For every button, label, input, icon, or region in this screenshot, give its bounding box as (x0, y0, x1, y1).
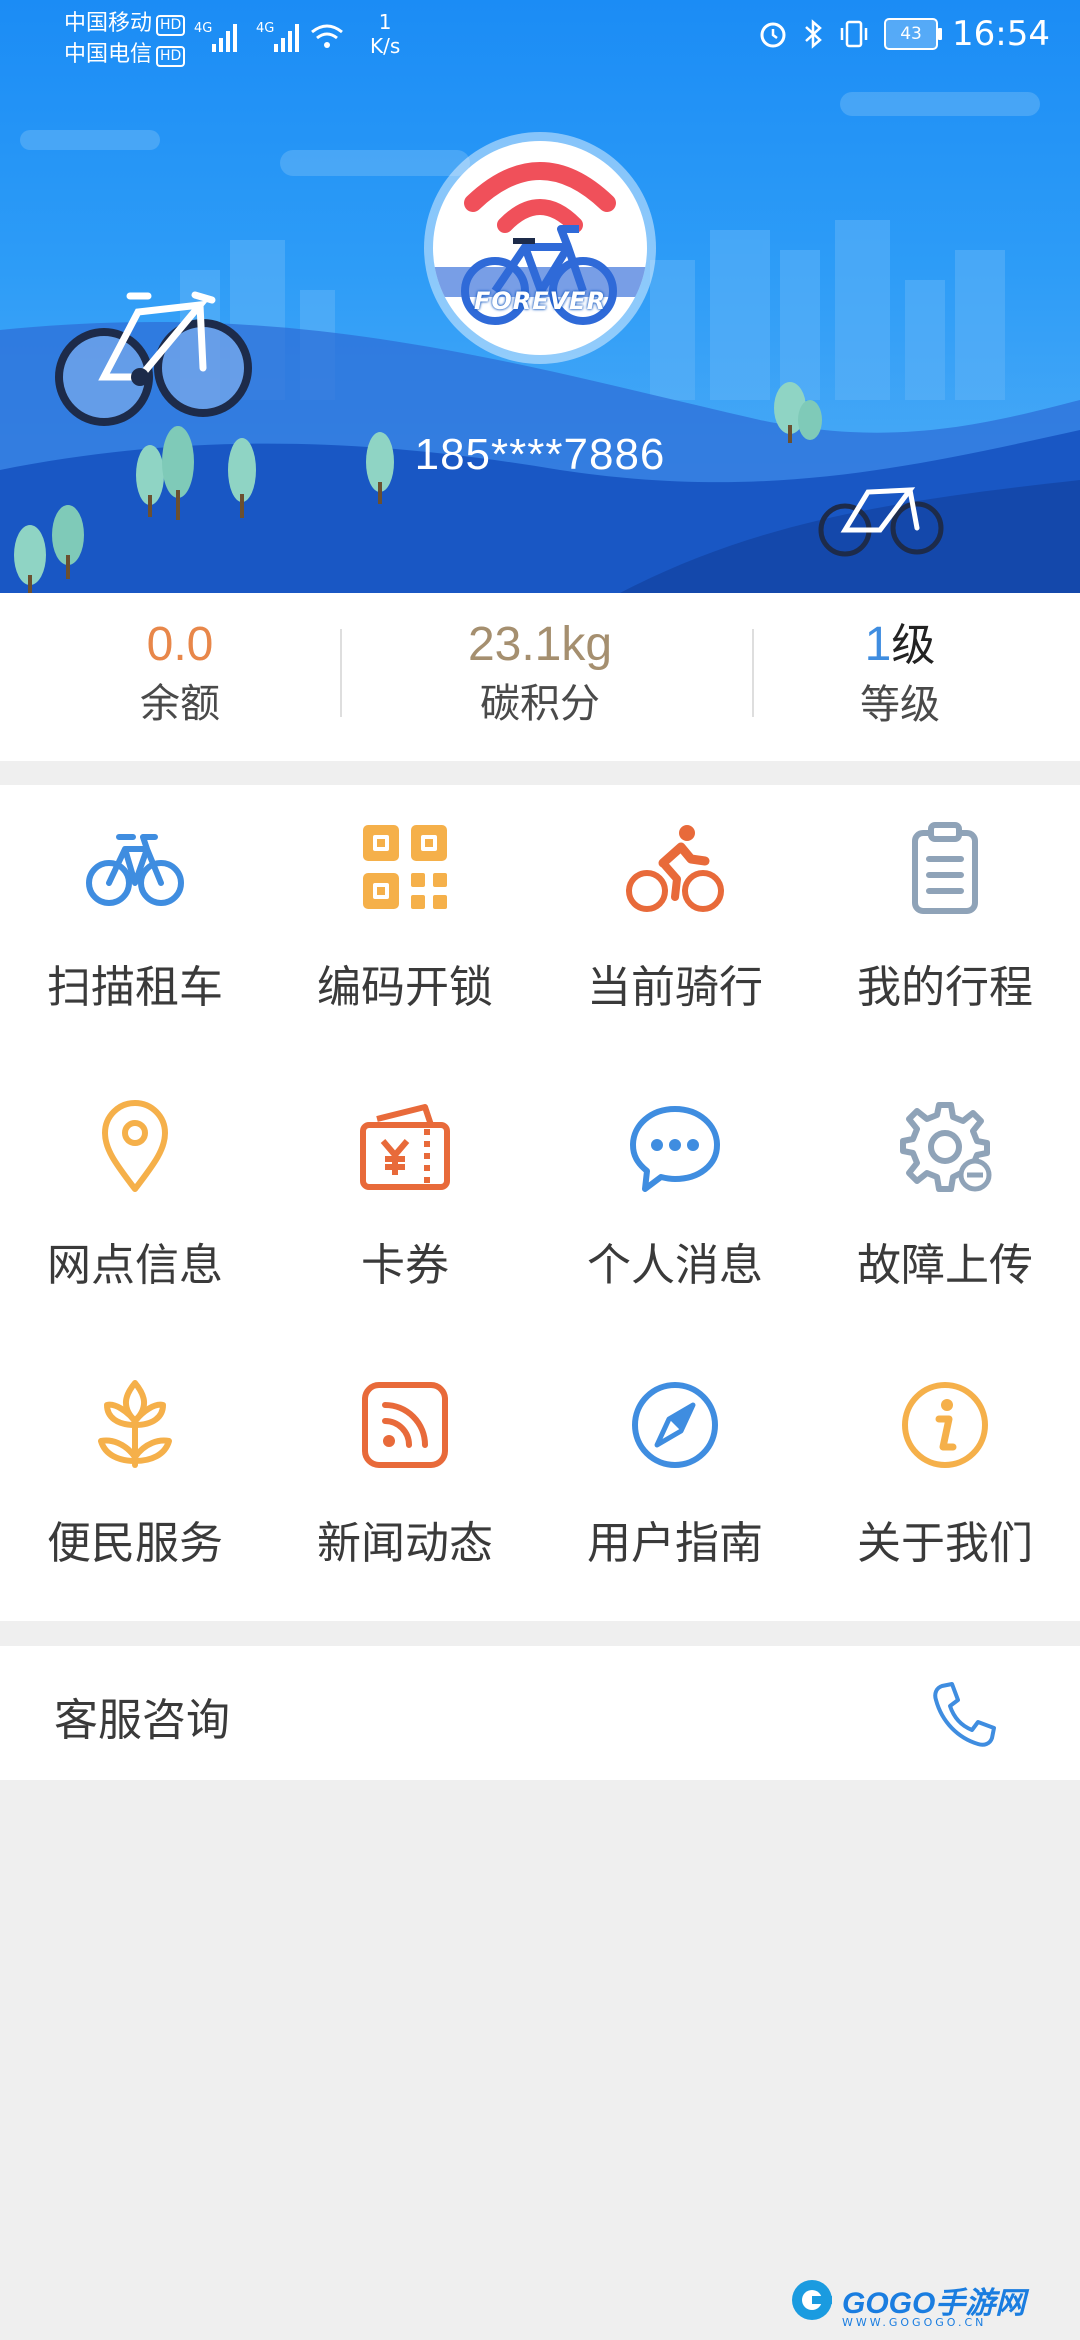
signal-icon: 4G 4G (194, 21, 343, 52)
grid-item-outlet-info[interactable]: 网点信息 (0, 1063, 270, 1341)
lotus-icon (98, 1380, 172, 1468)
vibrate-icon (840, 20, 868, 48)
level-number: 1 (864, 618, 892, 671)
level-label: 等级 (860, 682, 940, 728)
grid-item-label: 用户指南 (587, 1518, 763, 1569)
compass-icon (632, 1382, 718, 1468)
carrier-info: 中国移动 HD 中国电信 HD (64, 8, 186, 70)
gear-icon (900, 1102, 992, 1192)
level-value: 1级 (720, 617, 1080, 674)
grid-item-label: 个人消息 (587, 1240, 763, 1291)
feature-grid: 扫描租车 编码开锁 当前骑行 我的行程 网点信息 卡券 个人消息 故障上传 便民… (0, 785, 1080, 1621)
battery-indicator: 43 (884, 18, 943, 50)
grid-item-label: 网点信息 (47, 1240, 223, 1291)
grid-item-label: 关于我们 (857, 1518, 1033, 1569)
speed-unit: K/s (370, 34, 401, 58)
grid-item-public-services[interactable]: 便民服务 (0, 1341, 270, 1619)
network-type-label: 4G (256, 21, 274, 36)
grid-item-messages[interactable]: 个人消息 (540, 1063, 810, 1341)
grid-item-code-unlock[interactable]: 编码开锁 (270, 785, 540, 1063)
grid-item-label: 扫描租车 (47, 962, 223, 1013)
phone-icon[interactable] (928, 1680, 998, 1750)
bike-logo-icon (433, 162, 647, 325)
balance-value: 0.0 (146, 618, 214, 671)
stat-level[interactable]: 1级 等级 (720, 593, 1080, 761)
network-speed: 1 K/s (370, 10, 400, 58)
watermark-subtext: WWW.GOGOGO.CN (842, 2316, 987, 2329)
info-icon (902, 1382, 988, 1468)
user-phone: 185****7886 (414, 430, 666, 479)
bike-icon (86, 834, 184, 906)
grid-item-user-guide[interactable]: 用户指南 (540, 1341, 810, 1619)
level-unit: 级 (891, 621, 936, 670)
grid-item-label: 新闻动态 (317, 1518, 493, 1569)
grid-item-fault-report[interactable]: 故障上传 (810, 1063, 1080, 1341)
grid-item-label: 我的行程 (857, 962, 1033, 1013)
watermark-logo-icon (792, 2280, 832, 2320)
hd-badge: HD (156, 46, 186, 67)
grid-item-label: 便民服务 (47, 1518, 223, 1569)
avatar-logo-text: FOREVER (473, 287, 607, 315)
carrier-2-label: 中国电信 (64, 42, 153, 67)
rss-icon (362, 1382, 448, 1468)
cyclist-icon (626, 825, 724, 912)
stat-balance[interactable]: 0.0 余额 (0, 593, 360, 761)
divider (340, 629, 342, 717)
qr-code-icon (363, 825, 447, 909)
hd-badge: HD (156, 15, 186, 36)
bluetooth-icon (805, 19, 822, 49)
grid-item-scan-rent[interactable]: 扫描租车 (0, 785, 270, 1063)
grid-item-my-trips[interactable]: 我的行程 (810, 785, 1080, 1063)
chat-bubble-icon (630, 1106, 720, 1192)
grid-item-label: 故障上传 (857, 1240, 1033, 1291)
carbon-label: 碳积分 (480, 681, 600, 727)
avatar[interactable]: FOREVER (424, 132, 656, 364)
network-type-label: 4G (194, 21, 212, 36)
coupon-icon (360, 1104, 450, 1190)
profile-header: 中国移动 HD 中国电信 HD 4G 4G 1 K/s 43 16:54 FOR… (0, 0, 1080, 593)
carbon-value: 23.1kg (467, 618, 613, 671)
divider (752, 629, 754, 717)
clipboard-icon (912, 822, 978, 914)
stats-bar: 0.0 余额 23.1kg 碳积分 1级 等级 (0, 593, 1080, 761)
grid-item-coupons[interactable]: 卡券 (270, 1063, 540, 1341)
grid-item-current-ride[interactable]: 当前骑行 (540, 785, 810, 1063)
clock: 16:54 (952, 14, 1050, 54)
customer-service-row[interactable]: 客服咨询 (0, 1646, 1080, 1780)
status-bar: 中国移动 HD 中国电信 HD 4G 4G 1 K/s 43 16:54 (0, 0, 1080, 75)
speed-value: 1 (378, 10, 392, 34)
status-right: 43 16:54 (758, 14, 1050, 54)
grid-item-label: 编码开锁 (317, 962, 493, 1013)
grid-item-label: 当前骑行 (587, 962, 763, 1013)
grid-item-label: 卡券 (361, 1240, 449, 1291)
grid-item-news[interactable]: 新闻动态 (270, 1341, 540, 1619)
location-pin-icon (102, 1100, 168, 1192)
balance-label: 余额 (140, 681, 220, 727)
avatar-image: FOREVER (433, 141, 647, 355)
customer-service-label: 客服咨询 (54, 1695, 230, 1746)
grid-item-about-us[interactable]: 关于我们 (810, 1341, 1080, 1619)
carrier-1-label: 中国移动 (64, 11, 153, 36)
alarm-icon (760, 22, 786, 48)
site-watermark: GOGO手游网 WWW.GOGOGO.CN (788, 2272, 1025, 2329)
stat-carbon[interactable]: 23.1kg 碳积分 (360, 593, 720, 761)
